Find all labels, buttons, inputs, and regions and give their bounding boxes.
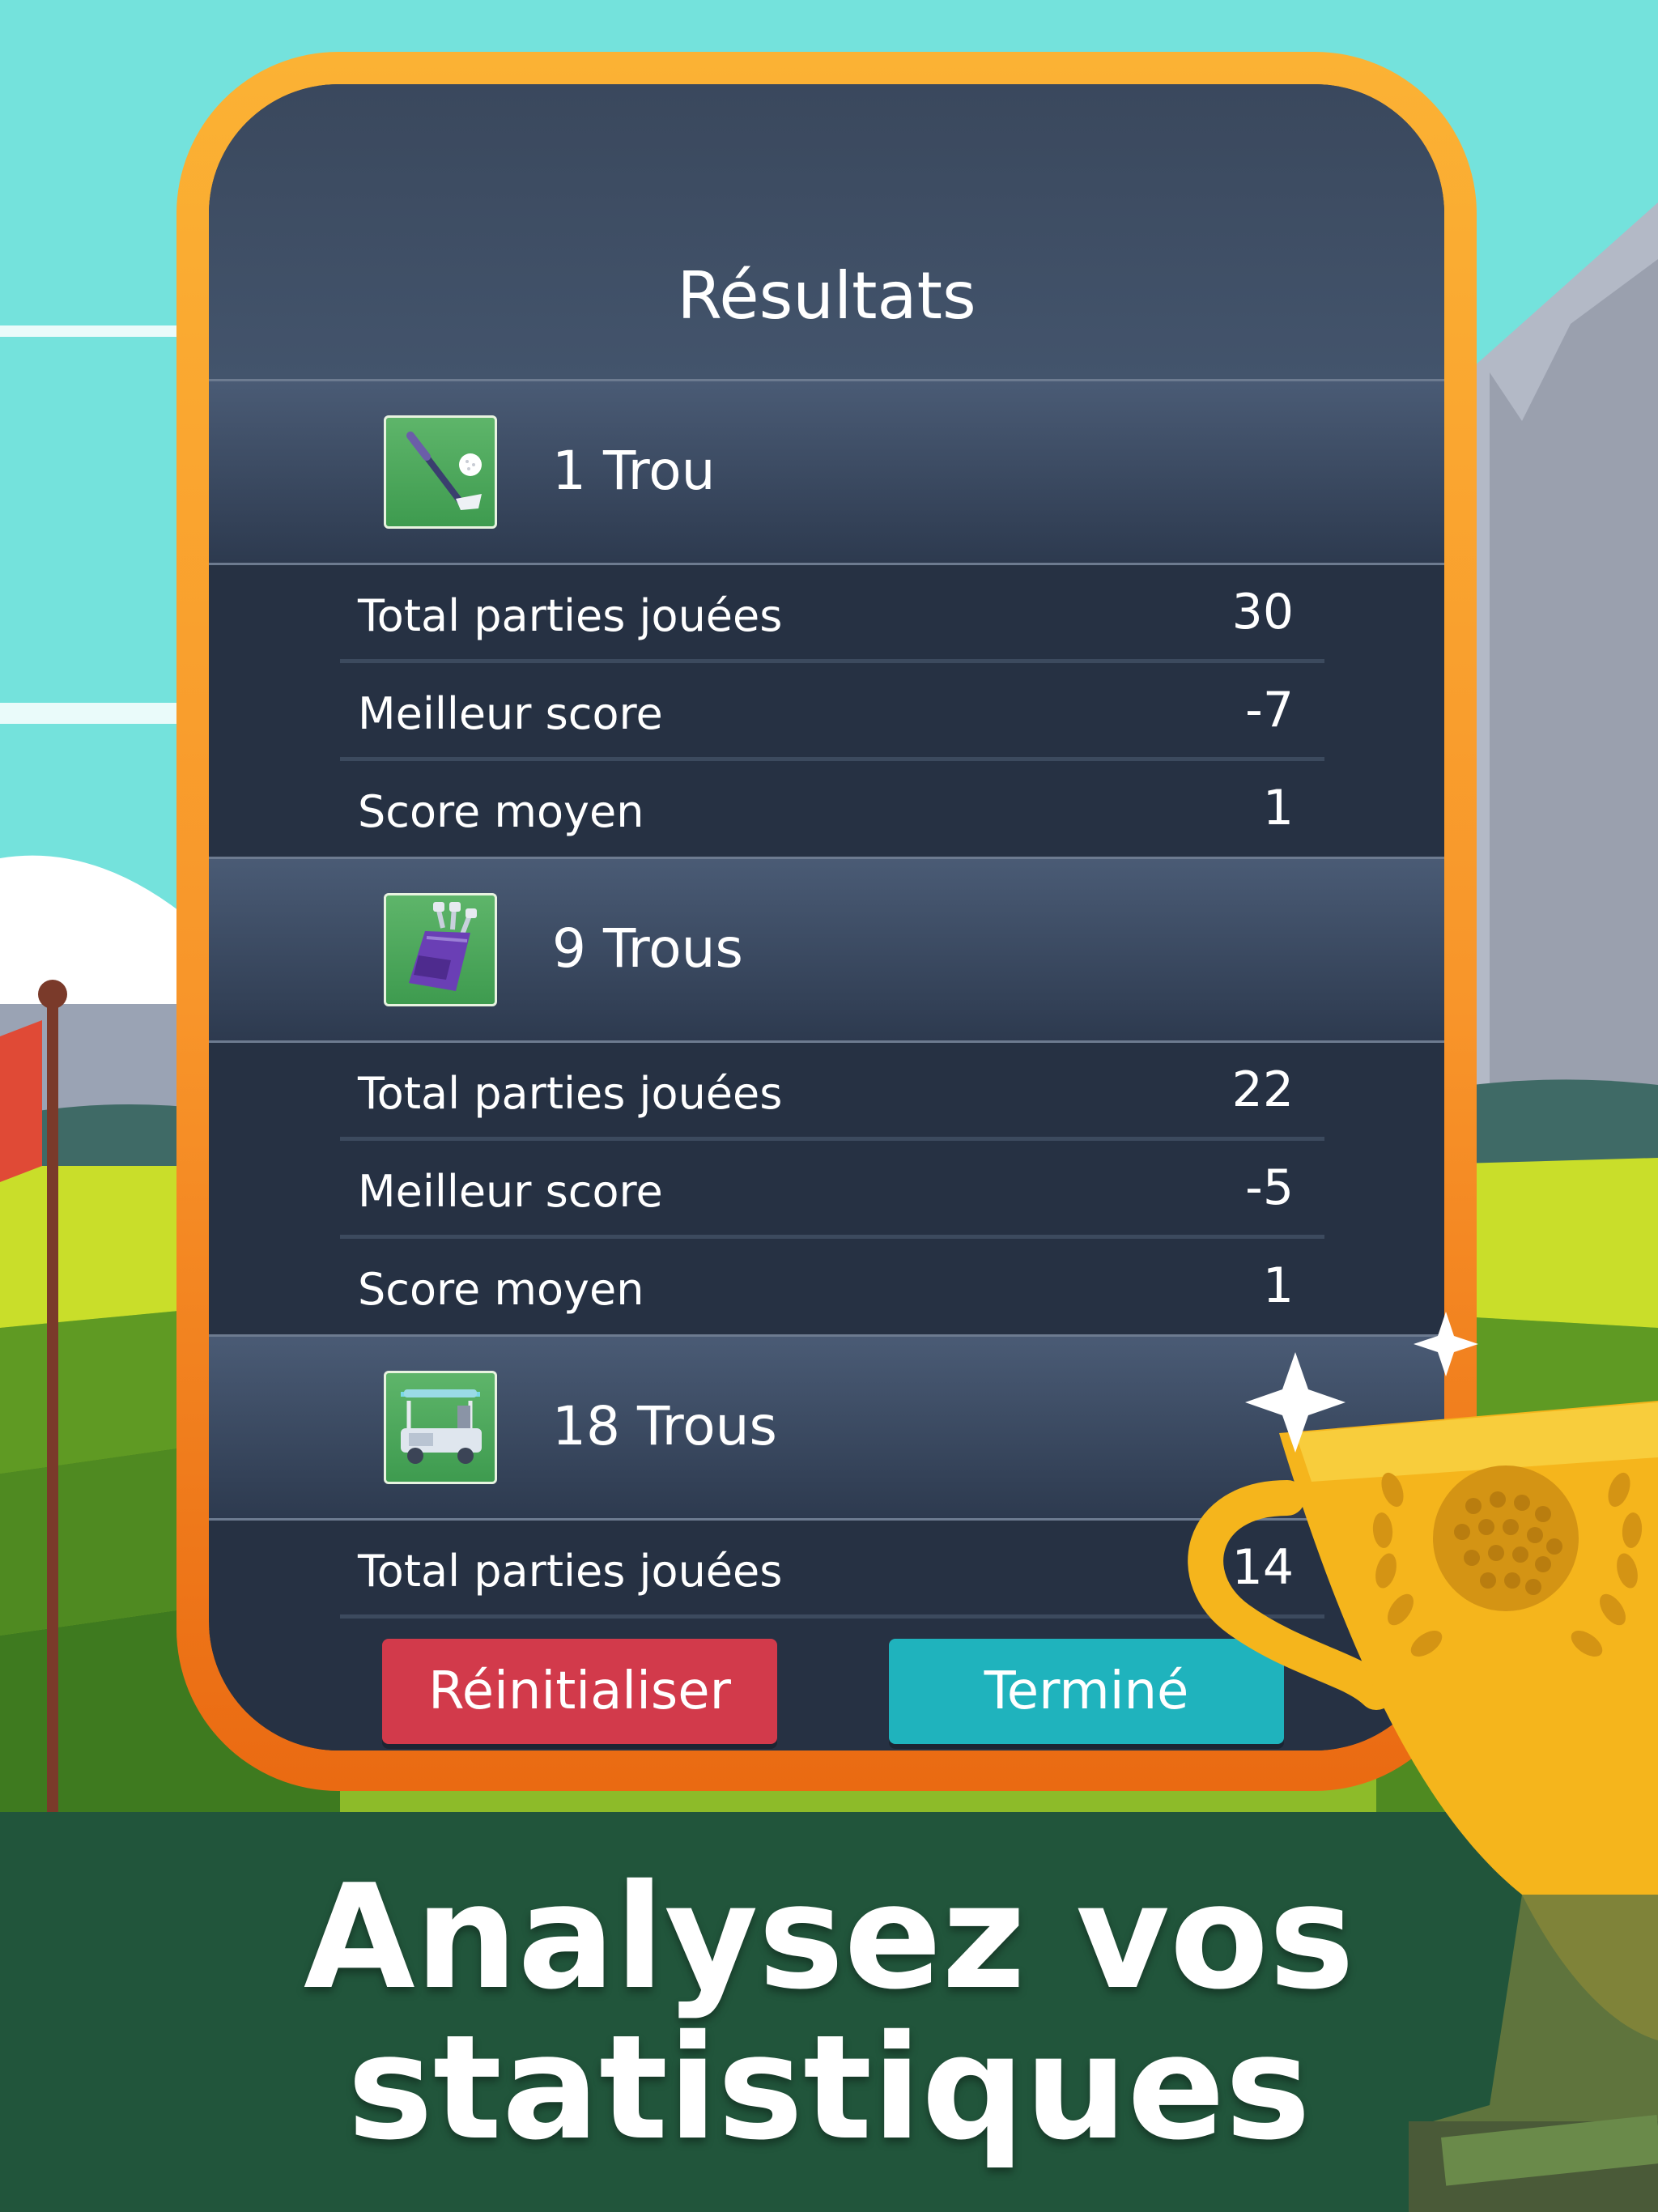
stat-label: Total parties jouées — [358, 1546, 783, 1597]
stat-row: Total parties jouées 22 — [209, 1043, 1444, 1141]
section-label: 1 Trou — [552, 440, 716, 502]
section-label: 9 Trous — [552, 917, 743, 980]
stat-label: Score moyen — [358, 786, 644, 837]
section-9-trous: 9 Trous — [209, 859, 1444, 1043]
golf-bag-icon — [384, 893, 497, 1006]
stat-value: 22 — [1231, 1061, 1294, 1118]
promo-headline-line: Analysez vos — [303, 1853, 1355, 2021]
stat-label: Meilleur score — [358, 688, 663, 739]
promo-headline-line: statistiques — [346, 2004, 1312, 2172]
card-title: Résultats — [677, 258, 976, 334]
golf-flag-icon — [0, 980, 104, 1903]
stat-row: Total parties jouées 30 — [209, 565, 1444, 663]
stat-value: -5 — [1245, 1159, 1294, 1216]
card-header: Résultats — [209, 84, 1444, 381]
stat-row: Score moyen 1 — [209, 761, 1444, 859]
golf-club-ball-icon — [384, 415, 497, 529]
stat-value: 30 — [1231, 584, 1294, 640]
stat-row: Meilleur score -5 — [209, 1141, 1444, 1239]
stat-label: Total parties jouées — [358, 590, 783, 641]
stat-label: Score moyen — [358, 1264, 644, 1315]
section-1-trou: 1 Trou — [209, 381, 1444, 565]
section-label: 18 Trous — [552, 1395, 777, 1457]
stat-label: Total parties jouées — [358, 1068, 783, 1119]
reset-button[interactable]: Réinitialiser — [382, 1639, 777, 1744]
stat-row: Meilleur score -7 — [209, 663, 1444, 761]
stat-value: 1 — [1262, 1257, 1294, 1314]
stat-label: Meilleur score — [358, 1166, 663, 1217]
stat-value: -7 — [1245, 682, 1294, 738]
promo-headline: Analysez vos statistiques — [0, 1862, 1658, 2163]
golf-cart-icon — [384, 1371, 497, 1484]
stat-value: 1 — [1262, 780, 1294, 836]
